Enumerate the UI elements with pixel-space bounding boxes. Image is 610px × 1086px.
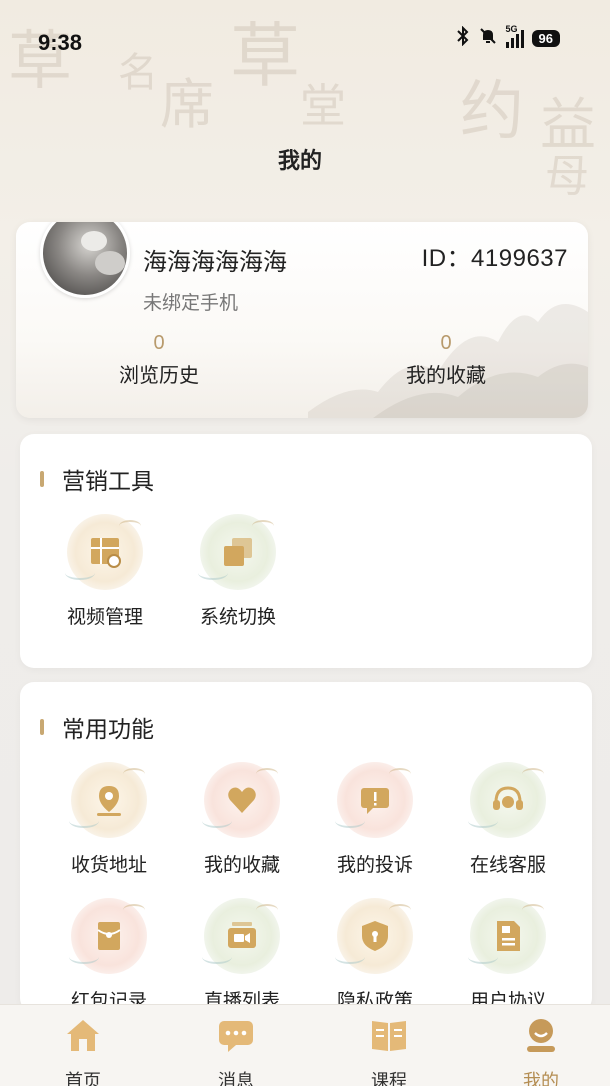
status-time: 9:38 <box>38 30 83 55</box>
my-favorites-button[interactable]: 我的收藏 <box>187 762 297 877</box>
live-list-button[interactable]: 直播列表 <box>187 898 297 1012</box>
system-switch-button[interactable]: 系统切换 <box>183 514 293 629</box>
common-functions-header: 常用功能 <box>40 710 154 744</box>
status-bar: 9:38 5G 96 <box>0 0 610 80</box>
user-id: ID：4199637 <box>421 245 568 272</box>
nav-courses[interactable]: 课程 <box>344 1015 434 1086</box>
video-manage-label: 视频管理 <box>66 606 143 628</box>
profile-card: 海海海海海海 ID：4199637 未绑定手机 0 浏览历史 0 我的收藏 <box>16 222 588 418</box>
nav-profile-label: 我的 <box>523 1071 559 1086</box>
video-manage-icon <box>91 538 121 568</box>
marketing-tools-card: 营销工具 视频管理 系统切换 <box>20 434 592 668</box>
nav-profile[interactable]: 我的 <box>496 1015 586 1086</box>
status-icons: 5G 96 <box>456 24 560 50</box>
user-name: 海海海海海海 <box>143 248 287 276</box>
red-envelope-button[interactable]: 红包记录 <box>54 898 164 1012</box>
nav-courses-label: 课程 <box>371 1071 407 1086</box>
browse-history-count: 0 <box>153 332 165 354</box>
page-title: 我的 <box>277 149 322 174</box>
battery-icon: 96 <box>531 29 560 47</box>
online-service-label: 在线客服 <box>469 854 546 876</box>
message-icon <box>219 1021 253 1052</box>
phone-bind-status[interactable]: 未绑定手机 <box>143 288 238 315</box>
home-icon <box>67 1020 99 1051</box>
video-manage-button[interactable]: 视频管理 <box>50 514 160 629</box>
favorites-count: 0 <box>440 332 452 354</box>
title-accent-bar <box>40 471 44 487</box>
agreement-icon <box>497 921 520 951</box>
heart-icon <box>228 787 256 813</box>
red-envelope-icon <box>97 922 121 950</box>
complaint-icon <box>361 788 389 814</box>
system-switch-icon <box>224 538 252 566</box>
shipping-address-button[interactable]: 收货地址 <box>54 762 164 877</box>
nav-home-label: 首页 <box>65 1071 101 1086</box>
system-switch-label: 系统切换 <box>199 606 276 628</box>
shield-lock-icon <box>362 921 388 951</box>
marketing-tools-title: 营销工具 <box>62 469 154 495</box>
common-functions-card: 常用功能 收货地址 我的收藏 我的投诉 在线客服 红包记录 直播列表 隐私政策 … <box>20 682 592 1012</box>
marketing-tools-header: 营销工具 <box>40 462 154 496</box>
customer-service-icon <box>493 786 523 810</box>
stat-favorites[interactable]: 0 我的收藏 <box>376 332 516 388</box>
my-complaints-label: 我的投诉 <box>336 854 413 876</box>
user-agreement-button[interactable]: 用户协议 <box>453 898 563 1012</box>
live-camera-icon <box>228 922 256 948</box>
browse-history-label: 浏览历史 <box>119 363 199 387</box>
my-complaints-button[interactable]: 我的投诉 <box>320 762 430 877</box>
network-type: 5G <box>505 24 518 34</box>
nav-messages[interactable]: 消息 <box>191 1015 281 1086</box>
stat-browse-history[interactable]: 0 浏览历史 <box>89 332 229 388</box>
signal-icon: 5G <box>505 24 524 48</box>
nav-messages-label: 消息 <box>218 1071 254 1086</box>
location-icon <box>97 786 121 816</box>
privacy-policy-button[interactable]: 隐私政策 <box>320 898 430 1012</box>
online-service-button[interactable]: 在线客服 <box>453 762 563 877</box>
title-accent-bar <box>40 719 44 735</box>
book-icon <box>372 1021 406 1051</box>
my-favorites-label: 我的收藏 <box>203 854 280 876</box>
profile-icon <box>527 1019 555 1052</box>
avatar[interactable] <box>40 222 130 298</box>
mute-icon <box>478 26 498 50</box>
bottom-nav: 首页 消息 课程 我的 <box>0 1004 610 1086</box>
common-functions-title: 常用功能 <box>62 717 154 743</box>
nav-home[interactable]: 首页 <box>38 1015 128 1086</box>
bluetooth-icon <box>456 25 470 50</box>
favorites-label: 我的收藏 <box>406 363 486 387</box>
shipping-address-label: 收货地址 <box>70 854 147 876</box>
